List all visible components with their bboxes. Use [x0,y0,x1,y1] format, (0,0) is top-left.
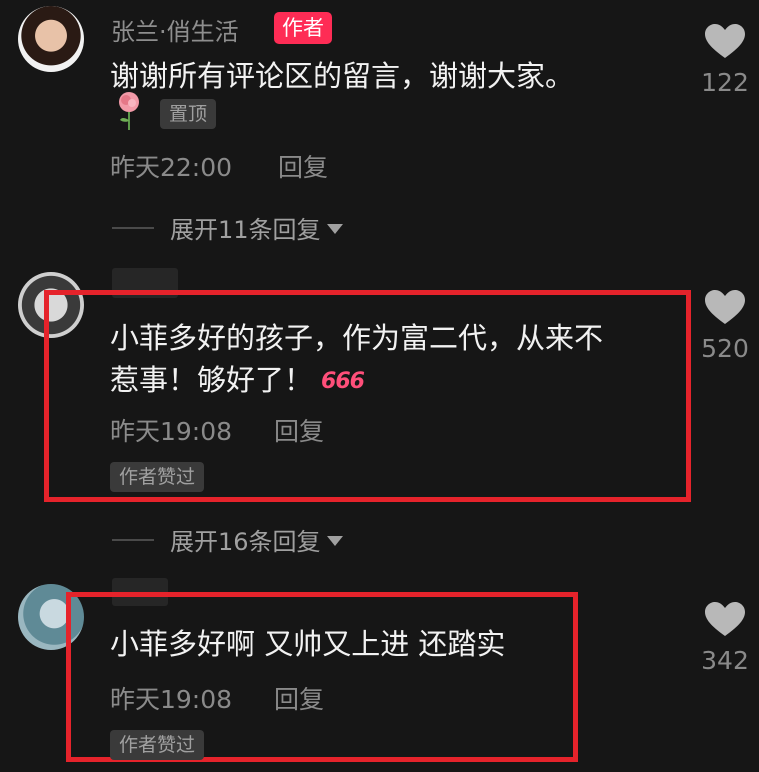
rose-icon [119,92,139,130]
pinned-badge: 置顶 [160,99,217,129]
emoji-666: 666 [321,369,365,394]
heart-icon [705,602,745,636]
like-button[interactable]: 342 [690,602,759,675]
comment-text-line2-content: 惹事！够好了！ [110,363,314,397]
author-liked-badge: 作者赞过 [110,462,205,492]
reply-button[interactable]: 回复 [278,148,328,184]
expand-replies-label: 展开16条回复 [170,528,321,556]
comment-time: 昨天19:08 [110,417,233,446]
reply-button[interactable]: 回复 [274,412,324,448]
heart-icon [705,24,745,58]
caret-down-icon [326,536,343,546]
expand-replies-label: 展开11条回复 [170,216,321,244]
like-count: 342 [701,646,749,675]
like-button[interactable]: 122 [690,24,759,97]
divider-line [112,538,154,541]
comment-time: 昨天22:00 [110,153,233,182]
avatar[interactable] [18,6,84,72]
caret-down-icon [326,224,343,234]
like-count: 520 [701,334,749,363]
comment-time: 昨天19:08 [110,685,233,714]
like-count: 122 [701,68,749,97]
divider-line [112,226,154,229]
reply-button[interactable]: 回复 [274,680,324,716]
heart-icon [705,290,745,324]
expand-replies-button[interactable]: 展开16条回复 [112,522,343,557]
like-button[interactable]: 520 [690,290,759,363]
expand-replies-button[interactable]: 展开11条回复 [112,210,343,245]
comment-username[interactable]: 张兰·俏生活 [111,12,239,47]
comment-text: 谢谢所有评论区的留言，谢谢大家。 [110,59,575,93]
comment-text: 小菲多好啊 又帅又上进 还踏实 [110,627,506,661]
author-liked-badge: 作者赞过 [110,730,205,760]
comment-text-line2: 惹事！够好了！ 666 [110,358,365,404]
comment-text-line1: 小菲多好的孩子，作为富二代，从来不 [110,321,604,355]
author-badge: 作者 [274,12,332,44]
